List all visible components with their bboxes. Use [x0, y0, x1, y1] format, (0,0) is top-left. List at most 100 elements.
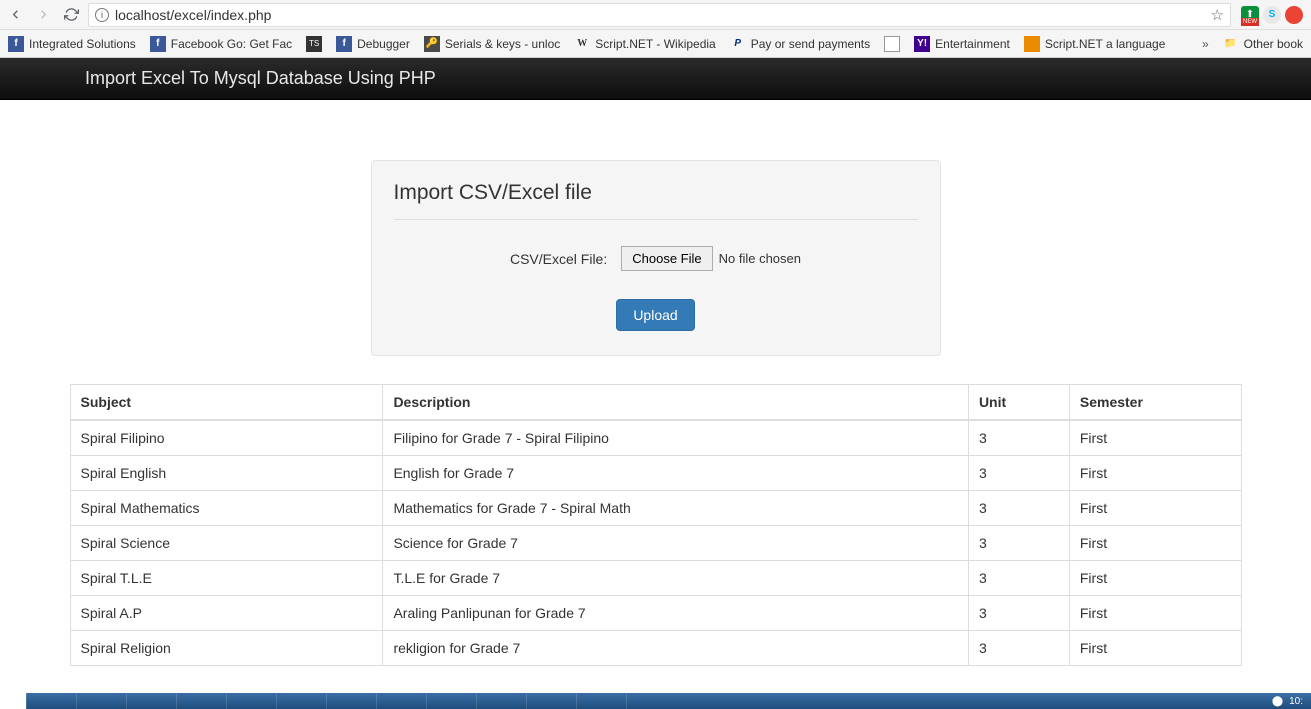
- taskbar-app[interactable]: [326, 693, 376, 709]
- taskbar-app[interactable]: [376, 693, 426, 709]
- taskbar-app[interactable]: [76, 693, 126, 709]
- cell-semester: First: [1069, 420, 1241, 456]
- bookmark-item[interactable]: [884, 36, 900, 52]
- upload-button[interactable]: Upload: [616, 299, 694, 331]
- bookmark-star-icon[interactable]: ☆: [1211, 6, 1224, 24]
- col-description: Description: [383, 385, 969, 421]
- site-icon: TS: [306, 36, 322, 52]
- address-bar[interactable]: i localhost/excel/index.php ☆: [88, 3, 1231, 27]
- bookmark-item[interactable]: TS: [306, 36, 322, 52]
- data-table-wrap: Subject Description Unit Semester Spiral…: [70, 384, 1242, 666]
- table-header-row: Subject Description Unit Semester: [70, 385, 1241, 421]
- file-row: CSV/Excel File: Choose File No file chos…: [394, 246, 918, 271]
- cell-subject: Spiral T.L.E: [70, 561, 383, 596]
- taskbar-app[interactable]: [126, 693, 176, 709]
- app-header: Import Excel To Mysql Database Using PHP: [0, 58, 1311, 100]
- cell-description: Filipino for Grade 7 - Spiral Filipino: [383, 420, 969, 456]
- taskbar-app[interactable]: [626, 693, 676, 709]
- yahoo-icon: Y!: [914, 36, 930, 52]
- document-icon: [884, 36, 900, 52]
- cell-description: rekligion for Grade 7: [383, 631, 969, 666]
- site-icon: [1024, 36, 1040, 52]
- bookmark-item[interactable]: Script.NET a language: [1024, 36, 1166, 52]
- reload-button[interactable]: [60, 4, 82, 26]
- cell-unit: 3: [968, 561, 1069, 596]
- table-row: Spiral EnglishEnglish for Grade 73First: [70, 456, 1241, 491]
- cell-subject: Spiral Religion: [70, 631, 383, 666]
- bookmark-item[interactable]: fIntegrated Solutions: [8, 36, 136, 52]
- facebook-icon: f: [8, 36, 24, 52]
- taskbar-app[interactable]: [26, 693, 76, 709]
- col-semester: Semester: [1069, 385, 1241, 421]
- other-bookmarks[interactable]: 📁Other book: [1223, 36, 1303, 52]
- extension-icon[interactable]: [1285, 6, 1303, 24]
- bookmark-item[interactable]: Y!Entertainment: [914, 36, 1010, 52]
- facebook-icon: f: [336, 36, 352, 52]
- taskbar-app[interactable]: [476, 693, 526, 709]
- facebook-icon: f: [150, 36, 166, 52]
- cell-subject: Spiral Mathematics: [70, 491, 383, 526]
- key-icon: 🔑: [424, 36, 440, 52]
- back-button[interactable]: [4, 4, 26, 26]
- system-tray[interactable]: ⬤ 10:: [1272, 696, 1311, 707]
- cell-semester: First: [1069, 491, 1241, 526]
- cell-subject: Spiral Filipino: [70, 420, 383, 456]
- paypal-icon: P: [730, 36, 746, 52]
- page-title: Import Excel To Mysql Database Using PHP: [85, 68, 436, 89]
- taskbar-app[interactable]: [576, 693, 626, 709]
- cell-description: Araling Panlipunan for Grade 7: [383, 596, 969, 631]
- site-info-icon[interactable]: i: [95, 8, 109, 22]
- col-unit: Unit: [968, 385, 1069, 421]
- table-row: Spiral Religionrekligion for Grade 73Fir…: [70, 631, 1241, 666]
- bookmark-item[interactable]: fDebugger: [336, 36, 410, 52]
- taskbar-app[interactable]: [276, 693, 326, 709]
- file-status-text: No file chosen: [719, 251, 801, 266]
- cell-semester: First: [1069, 596, 1241, 631]
- bookmark-item[interactable]: fFacebook Go: Get Fac: [150, 36, 292, 52]
- choose-file-button[interactable]: Choose File: [621, 246, 712, 271]
- col-subject: Subject: [70, 385, 383, 421]
- url-text: localhost/excel/index.php: [115, 7, 1205, 23]
- cell-subject: Spiral A.P: [70, 596, 383, 631]
- browser-chrome: i localhost/excel/index.php ☆ ⬆NEW S fIn…: [0, 0, 1311, 58]
- cell-semester: First: [1069, 456, 1241, 491]
- bookmark-item[interactable]: 🔑Serials & keys - unloc: [424, 36, 560, 52]
- cell-description: Science for Grade 7: [383, 526, 969, 561]
- table-row: Spiral MathematicsMathematics for Grade …: [70, 491, 1241, 526]
- clock[interactable]: 10:: [1289, 696, 1303, 707]
- tray-icon[interactable]: ⬤: [1272, 696, 1283, 707]
- cell-description: Mathematics for Grade 7 - Spiral Math: [383, 491, 969, 526]
- taskbar-app[interactable]: [526, 693, 576, 709]
- extension-icon[interactable]: ⬆NEW: [1241, 6, 1259, 24]
- import-panel: Import CSV/Excel file CSV/Excel File: Ch…: [371, 160, 941, 356]
- taskbar-app[interactable]: [176, 693, 226, 709]
- extension-icons: ⬆NEW S: [1237, 6, 1307, 24]
- taskbar-app[interactable]: [426, 693, 476, 709]
- bookmarks-bar: fIntegrated Solutions fFacebook Go: Get …: [0, 30, 1311, 58]
- cell-unit: 3: [968, 491, 1069, 526]
- bookmarks-overflow-icon[interactable]: »: [1202, 37, 1209, 51]
- browser-nav-row: i localhost/excel/index.php ☆ ⬆NEW S: [0, 0, 1311, 30]
- skype-extension-icon[interactable]: S: [1263, 6, 1281, 24]
- windows-taskbar: ⬤ 10:: [0, 693, 1311, 709]
- start-button[interactable]: [0, 693, 26, 709]
- panel-title: Import CSV/Excel file: [394, 181, 918, 220]
- bookmark-item[interactable]: WScript.NET - Wikipedia: [574, 36, 715, 52]
- file-label: CSV/Excel File:: [510, 251, 607, 267]
- cell-semester: First: [1069, 561, 1241, 596]
- cell-unit: 3: [968, 596, 1069, 631]
- folder-icon: 📁: [1223, 36, 1239, 52]
- file-input-group: Choose File No file chosen: [621, 246, 801, 271]
- table-row: Spiral ScienceScience for Grade 73First: [70, 526, 1241, 561]
- cell-description: English for Grade 7: [383, 456, 969, 491]
- cell-subject: Spiral English: [70, 456, 383, 491]
- cell-unit: 3: [968, 420, 1069, 456]
- taskbar-app[interactable]: [226, 693, 276, 709]
- forward-button[interactable]: [32, 4, 54, 26]
- table-row: Spiral A.PAraling Panlipunan for Grade 7…: [70, 596, 1241, 631]
- cell-description: T.L.E for Grade 7: [383, 561, 969, 596]
- bookmark-item[interactable]: PPay or send payments: [730, 36, 870, 52]
- page-content: Import CSV/Excel file CSV/Excel File: Ch…: [0, 100, 1311, 666]
- cell-unit: 3: [968, 526, 1069, 561]
- wikipedia-icon: W: [574, 36, 590, 52]
